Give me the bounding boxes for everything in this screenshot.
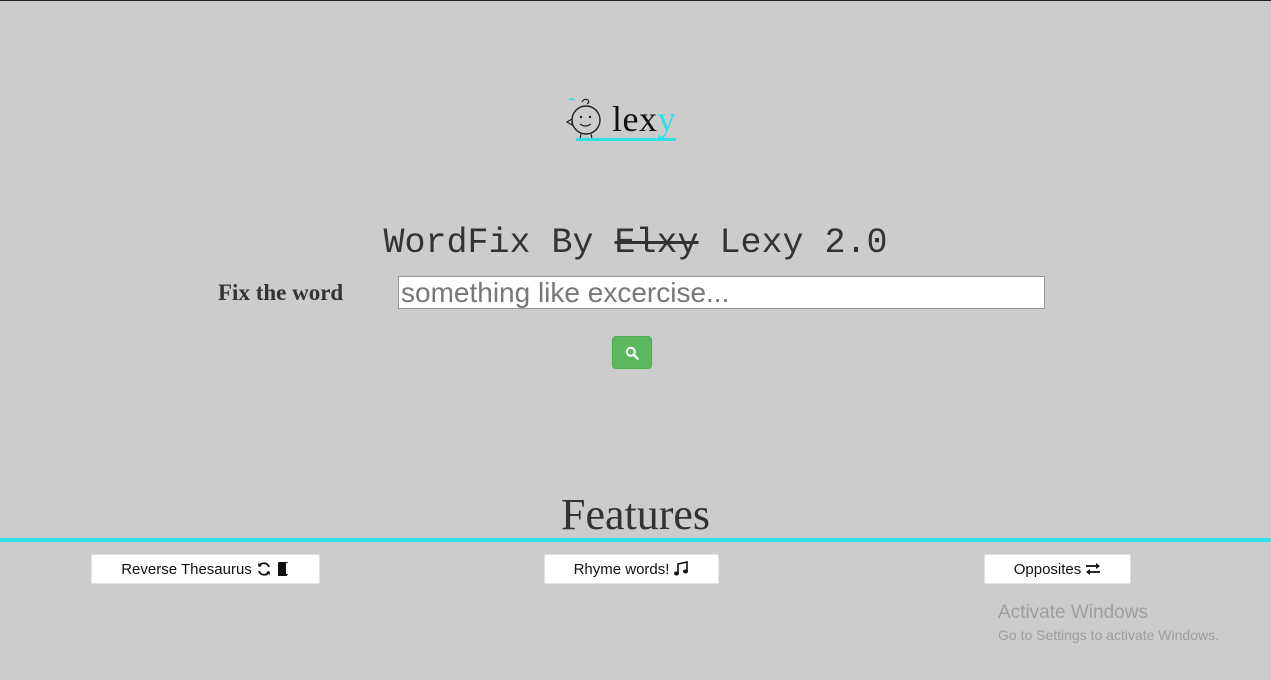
- reverse-thesaurus-button[interactable]: Reverse Thesaurus: [91, 554, 320, 584]
- title-part-1: WordFix By: [383, 223, 615, 263]
- logo-text-accent: y: [657, 99, 676, 139]
- swap-arrows-icon: [1086, 563, 1101, 575]
- page-title: WordFix By Elxy Lexy 2.0: [0, 223, 1271, 263]
- baby-face-icon: [566, 97, 601, 140]
- search-button[interactable]: [612, 336, 652, 369]
- title-part-2: Lexy 2.0: [698, 223, 888, 263]
- music-note-icon: [674, 561, 689, 576]
- rhyme-words-button[interactable]: Rhyme words!: [544, 554, 719, 584]
- rhyme-words-label: Rhyme words!: [573, 560, 670, 578]
- watermark-subtitle: Go to Settings to activate Windows.: [998, 627, 1219, 643]
- opposites-button[interactable]: Opposites: [984, 554, 1131, 584]
- site-logo[interactable]: lexy: [566, 97, 686, 147]
- word-input[interactable]: [398, 276, 1045, 309]
- features-heading: Features: [560, 490, 711, 539]
- fix-word-label: Fix the word: [218, 280, 344, 305]
- watermark-title: Activate Windows: [998, 602, 1148, 623]
- opposites-label: Opposites: [1013, 560, 1082, 578]
- search-icon: [625, 346, 639, 360]
- book-icon: [277, 562, 288, 576]
- logo-underline: [576, 138, 676, 141]
- features-divider: [0, 538, 1271, 542]
- logo-text-main: lex: [612, 99, 658, 139]
- reverse-thesaurus-label: Reverse Thesaurus: [121, 560, 252, 578]
- logo-wordmark: lexy: [612, 99, 676, 139]
- title-struck-word: Elxy: [614, 223, 699, 263]
- refresh-icon: [257, 562, 270, 576]
- activation-watermark: Activate Windows Go to Settings to activ…: [998, 601, 1219, 645]
